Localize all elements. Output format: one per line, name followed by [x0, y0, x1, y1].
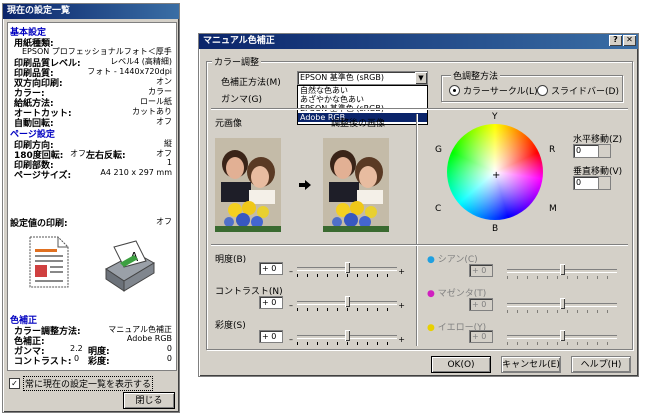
manual-color-adjust-dialog: マニュアル色補正 ? ✕ カラー調整 色補正方法(M) EPSON 基準色 (s…	[198, 33, 639, 377]
gamma-value: 2.2	[70, 344, 83, 353]
dropdown-option[interactable]: あざやかな色あい	[298, 95, 427, 104]
wheel-center-crosshair[interactable]: +	[492, 171, 500, 181]
color-mode-selected: EPSON 基準色 (sRGB)	[300, 73, 384, 82]
copies-value: 1	[166, 158, 172, 167]
settings-summary-window: 現在の設定一覧 基本設定 用紙種類: EPSON プロフェッショナルフォト＜厚手…	[2, 3, 180, 413]
print-settings-label: 設定値の印刷:	[10, 219, 68, 229]
summary-title: 現在の設定一覧	[7, 6, 71, 16]
slider-divider	[211, 244, 628, 246]
cyan-input: + 0	[469, 264, 493, 277]
vertical-shift-value: 0	[576, 178, 582, 187]
autorotate-value: オフ	[156, 117, 172, 126]
cyan-slider	[507, 264, 617, 279]
vertical-shift-input[interactable]: 0	[573, 176, 611, 190]
magenta-drop-icon: ●	[427, 289, 435, 299]
color-mode-select[interactable]: EPSON 基準色 (sRGB) ▼	[297, 71, 428, 85]
brightness-value: 0	[166, 344, 172, 353]
saturation-label: 彩度(S)	[215, 321, 246, 331]
cancel-button[interactable]: キャンセル(E)	[501, 356, 561, 373]
mirror-label: 左右反転:	[86, 151, 126, 161]
radio-slidebar-label: スライドバー(D)	[551, 87, 619, 97]
brightness-input[interactable]: + 0	[259, 262, 283, 275]
magenta-input: + 0	[469, 298, 493, 311]
always-show-label: 常に現在の設定一覧を表示する	[23, 376, 154, 391]
saturation-input[interactable]: + 0	[259, 330, 283, 343]
arrow-right-icon	[299, 180, 311, 190]
cyan-value: + 0	[472, 266, 487, 275]
radio-colorcircle-label: カラーサークル(L)	[463, 87, 538, 97]
original-image	[215, 138, 281, 232]
wheel-label-g: G	[435, 145, 442, 155]
cancel-button-label: キャンセル(E)	[502, 360, 560, 370]
brightness-slider[interactable]: – +	[289, 262, 405, 277]
summary-titlebar: 現在の設定一覧	[3, 4, 179, 19]
always-show-checkbox[interactable]: ✓ 常に現在の設定一覧を表示する	[9, 376, 154, 391]
dropdown-option[interactable]: 自然な色あい	[298, 86, 427, 95]
radio-colorcircle-dot[interactable]	[449, 85, 460, 96]
rotate180-value: オフ	[70, 149, 86, 158]
radio-slidebar-dot[interactable]	[537, 85, 548, 96]
section-divider	[211, 108, 628, 110]
adjusted-image	[323, 138, 389, 232]
adjust-method-group-label: 色調整方法	[451, 69, 501, 82]
horizontal-shift-input[interactable]: 0	[573, 144, 611, 158]
vertical-shift-spinner[interactable]	[598, 177, 610, 189]
help-button-label: ヘルプ(H)	[580, 360, 622, 370]
color-adjust-group-label: カラー調整	[212, 55, 262, 68]
yellow-drop-icon: ●	[427, 323, 435, 333]
gamma-label: ガンマ(G)	[221, 95, 262, 105]
settings-document-icon	[29, 236, 69, 288]
wheel-label-y: Y	[492, 112, 498, 122]
help-button[interactable]: ヘルプ(H)	[571, 356, 631, 373]
yellow-slider	[507, 330, 617, 345]
wheel-label-c: C	[435, 204, 442, 214]
original-image-label: 元画像	[215, 119, 243, 129]
checkbox-box[interactable]: ✓	[9, 378, 20, 389]
wheel-label-r: R	[549, 145, 556, 155]
printer-icon: A	[105, 240, 155, 292]
panel-divider	[416, 114, 418, 346]
color-mode-label: 色補正方法(M)	[221, 78, 281, 88]
saturation-value: + 0	[262, 332, 277, 341]
yellow-input: + 0	[469, 330, 493, 343]
brightness-label: 明度(B)	[215, 255, 247, 265]
contrast-input[interactable]: + 0	[259, 296, 283, 309]
chevron-down-icon[interactable]: ▼	[415, 72, 427, 84]
ok-button[interactable]: OK(O)	[431, 356, 491, 373]
dialog-titlebar: マニュアル色補正 ? ✕	[199, 34, 638, 49]
color-mode-value: Adobe RGB	[126, 334, 172, 343]
print-settings-value: オフ	[156, 217, 172, 226]
help-title-button[interactable]: ?	[609, 35, 622, 46]
contrast-slider[interactable]: – +	[289, 296, 405, 311]
saturation-label: 彩度:	[88, 357, 110, 367]
magenta-slider	[507, 298, 617, 313]
yellow-value: + 0	[472, 332, 487, 341]
close-button-label: 閉じる	[135, 396, 163, 406]
contrast-value: + 0	[262, 298, 277, 307]
saturation-value: 0	[166, 354, 172, 363]
dialog-title: マニュアル色補正	[203, 36, 275, 46]
horizontal-shift-value: 0	[576, 146, 582, 155]
brightness-value: + 0	[262, 264, 277, 273]
page-size-label: ページサイズ:	[14, 171, 72, 181]
wheel-label-m: M	[549, 204, 557, 214]
ok-button-label: OK(O)	[447, 360, 475, 370]
saturation-slider[interactable]: – +	[289, 330, 405, 345]
contrast-value: 0	[74, 354, 80, 363]
cyan-drop-icon: ●	[427, 255, 435, 265]
horizontal-shift-spinner[interactable]	[598, 145, 610, 157]
contrast-label: コントラスト:	[14, 357, 72, 367]
summary-panel: 基本設定 用紙種類: EPSON プロフェッショナルフォト＜厚手 光沢... 印…	[7, 22, 177, 371]
close-button[interactable]: 閉じる	[123, 392, 175, 409]
radio-colorcircle[interactable]: カラーサークル(L)	[449, 84, 538, 97]
wheel-label-b: B	[492, 224, 499, 234]
page-size-value: A4 210 x 297 mm	[100, 168, 172, 177]
close-title-button[interactable]: ✕	[623, 35, 636, 46]
adjusted-image-label: 調整後の画像	[331, 119, 386, 129]
radio-slidebar[interactable]: スライドバー(D)	[537, 84, 619, 97]
magenta-value: + 0	[472, 300, 487, 309]
